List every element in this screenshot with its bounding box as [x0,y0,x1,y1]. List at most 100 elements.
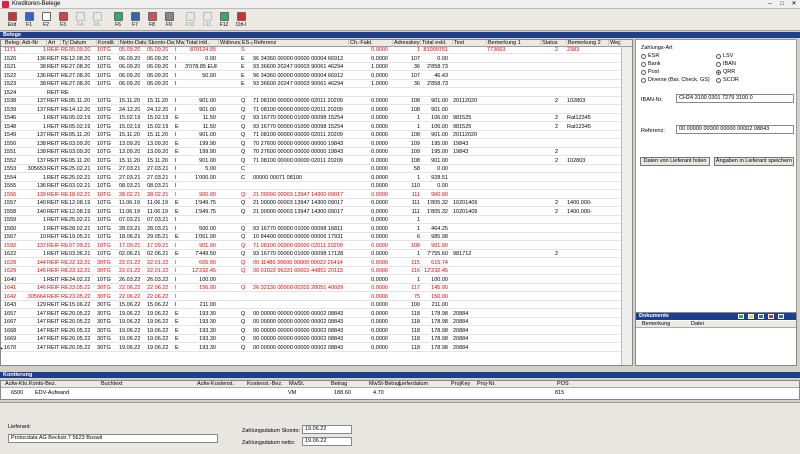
export-icon[interactable] [778,314,784,319]
toolbar-button-f1[interactable]: F1 [21,9,37,31]
table-row[interactable]: 1629 145 REIF RE 23.12.21 30TG 22.01.22 22.01.2… [1,268,621,276]
netto-datum-input[interactable]: 19.06.22 [302,437,352,446]
radio-iban[interactable]: IBAN [716,61,736,67]
open-document-icon[interactable] [738,314,744,319]
table-row[interactable]: 1546 1 REIT RE 05.02.19 10TG 15.02.19 15.02.19 E… [1,115,621,123]
table-row[interactable]: 1552 137 REIT RE 05.11.20 10TG 15.11.20 15.11.2… [1,158,621,165]
skonto-datum-input[interactable]: 19.06.22 [302,425,352,434]
table-row[interactable]: 1551 138 REIT RE 03.09.20 10TG 13.09.20 13.09.2… [1,149,621,157]
table-row[interactable]: 1560 1 REIT RE 28.02.21 10TG 28.03.21 28.03.21 I… [1,226,621,233]
column-header[interactable]: Datum [69,40,97,47]
column-header[interactable]: Adr-Nr [21,40,47,47]
cell-ch: 0.0000 [371,132,388,138]
daten-von-lieferant-button[interactable]: Daten von Lieferant holen [640,157,710,166]
belege-grid[interactable]: Beleg-NrAdr-NrArtTypDatumKondit.Netto-Da… [0,39,633,366]
table-row[interactable]: 1558 140 REIT RE 12.08.19 10TG 11.06.19 11.06.1… [1,209,621,216]
cell-netto: 27.03.21 [119,166,141,172]
table-row[interactable]: 1668 147 REIT RE 20.05.22 30TG 19.06.22 19.06.2… [1,328,621,335]
table-row[interactable]: 1171 1 REIF RE 05.09.20 10TG 05.09.20 05.09.20 I… [1,47,621,55]
table-row[interactable]: 1667 147 REIT RE 20.05.22 30TG 19.06.22 19.06.2… [1,319,621,327]
table-row[interactable]: 1553 305653 REIT RE 25.02.21 10TG 27.03.21 27.0… [1,166,621,174]
toolbar-button-f2[interactable]: F2 [38,9,54,31]
cell-akey: 108 [410,242,420,249]
radio-lsv[interactable]: LSV [716,53,733,59]
column-header[interactable]: Referenz [253,40,349,47]
table-row[interactable]: 1548 1 REIT RE 05.02.19 10TG 15.02.19 15.02.19 E… [1,124,621,131]
cell-art: REIT [47,140,60,147]
toolbar-button-f8[interactable]: F8 [144,9,160,31]
column-header[interactable]: Text [453,40,487,47]
maximize-button[interactable]: □ [776,0,788,9]
radio-esr[interactable]: ESR [641,53,659,59]
column-header[interactable]: Total exkl. [421,40,453,47]
cell-adr: 1 [42,123,46,130]
toolbar-button-f7[interactable]: F7 [127,9,143,31]
radio-scor[interactable]: SCOR [716,77,739,83]
toolbar-button-f9[interactable]: F9 [161,9,177,31]
toolbar-button-f3[interactable]: F3 [55,9,71,31]
cell-typ: RE [61,55,69,62]
close-button[interactable]: ✕ [788,0,800,9]
radio-diverse[interactable]: Diverse (Bar, Check, GS) [641,77,710,83]
table-row[interactable]: 1538 137 REIT RE 05.11.20 10TG 15.11.20 15.11.2… [1,98,621,106]
table-row[interactable]: 1522 136 REIT RE 27.08.20 10TG 06.09.20 06.09.2… [1,73,621,80]
kontierung-grid[interactable]: Aufw-Kto. Konto-Bez. Buchtext Aufw-Kostenst… [0,380,800,400]
table-row[interactable]: 1622 1 REIT RE 03.06.21 10TG 02.06.21 02.06.21 E… [1,251,621,259]
table-row[interactable]: 1539 137 REIT RE 14.12.20 10TG 24.12.20 24.12.2… [1,107,621,114]
referenz-input[interactable]: 00 00000 00000 00000 00002 08843 [676,125,794,134]
column-header[interactable]: Art [47,40,61,47]
table-row[interactable]: 1643 129 REIT RE 15.06.22 30TG 15.06.22 15.06.2… [1,302,621,310]
folder-icon[interactable] [748,314,754,319]
table-row[interactable]: 1520 136 REIT RE 12.08.20 10TG 06.09.20 06.09.2… [1,56,621,63]
table-row[interactable]: 1557 140 REIT RE 12.08.19 10TG 11.06.19 11.06.1… [1,200,621,208]
table-row[interactable]: 1669 147 REIT RE 20.05.22 30TG 19.06.22 19.06.2… [1,336,621,344]
column-header[interactable]: MwSt. [175,40,185,47]
table-row[interactable]: 1567 10 REIT RE 19.05.21 10TG 18.06.21 29.05.21… [1,234,621,242]
table-row[interactable]: 1524 REIT RE [1,90,621,97]
toolbar-button-ctrl-i[interactable]: Ctrl-I [233,9,249,31]
column-header[interactable]: Ch.-Fakt. [349,40,393,47]
table-row[interactable]: 1521 38 REIT RE 27.08.20 10TG 06.09.20 06.09.20… [1,64,621,72]
column-header[interactable]: Total inkl. [185,40,219,47]
table-row[interactable]: 1559 1 REIT RE 25.02.21 10TG 07.03.21 07.03.21 I… [1,217,621,225]
column-header[interactable]: Typ [61,40,69,47]
scan-icon[interactable] [758,314,764,319]
table-row[interactable]: 1657 147 REIT RE 20.05.22 30TG 19.06.22 19.06.2… [1,311,621,318]
column-header[interactable]: ES-Art [241,40,253,47]
table-row[interactable]: 1640 1 REIT RE 24.02.22 10TG 26.03.22 26.03.22 I… [1,277,621,284]
table-row[interactable]: 1556 139 REIF RE 18.02.21 10TG 28.02.21 28.02.2… [1,192,621,199]
column-header[interactable]: Weg [609,40,621,47]
lieferant-speichern-button[interactable]: Angaben in Lieferant speichern [714,157,794,166]
column-header[interactable]: Adresskey [393,40,421,47]
table-row[interactable]: 1550 138 REIT RE 03.09.20 10TG 13.09.20 13.09.2… [1,141,621,148]
column-header[interactable]: Netto-Datum [119,40,147,47]
table-row[interactable]: ▸ 1670 147 REIT RE 20.05.22 30TG 19.06.22 19.06.… [1,345,621,352]
column-header[interactable]: Bemerkung 1 [487,40,541,47]
lieferant-input[interactable]: Protocdata AG Beckstr.7 5623 Boswil [8,434,218,443]
column-header[interactable]: Bemerkung 2 [567,40,609,47]
vertical-scrollbar[interactable] [621,47,632,365]
table-row[interactable]: 1549 137 REIT RE 05.11.20 10TG 15.11.20 15.11.2… [1,132,621,140]
table-row[interactable]: 1555 136 REIT RE 03.02.21 10TG 08.03.21 08.03.2… [1,183,621,191]
column-header[interactable]: Beleg-Nr [4,40,21,47]
radio-bank[interactable]: Bank [641,61,661,67]
column-header[interactable]: Währung [219,40,241,47]
column-header[interactable]: Skonto-Dat. [147,40,175,47]
table-row[interactable]: 1554 1 REIT RE 25.02.21 10TG 27.03.21 27.03.21 I… [1,175,621,182]
toolbar-button-f6[interactable]: F6 [110,9,126,31]
column-header[interactable]: Status [541,40,567,47]
kontierung-row[interactable]: 6500 EDV-Aufwand VM 188.60 4.70 815 [1,390,799,397]
table-row[interactable]: 1523 38 REIT RE 27.08.20 10TG 06.09.20 06.09.20… [1,81,621,89]
toolbar-button-f12[interactable]: F12 [216,9,232,31]
radio-post[interactable]: Post [641,69,659,75]
table-row[interactable]: 1592 137 REIF RE 07.09.21 10TG 17.09.21 17.09.2… [1,243,621,250]
table-row[interactable]: 1641 146 REIF RE 23.05.22 30TG 22.06.22 22.06.2… [1,285,621,293]
column-header[interactable]: Kondit. [97,40,119,47]
iban-input[interactable]: CH24 3100 0301 7279 3100 0 [676,94,794,103]
table-row[interactable]: 1628 144 REIF RE 22.12.21 30TG 22.01.22 22.01.2… [1,260,621,267]
delete-icon[interactable] [768,314,774,319]
toolbar-button-exit[interactable]: Exit [4,9,20,31]
radio-qrr[interactable]: QRR [716,69,735,75]
minimize-button[interactable]: – [764,0,776,9]
table-row[interactable]: 1642 305664 REIF RE 23.05.22 30TG 22.06.22 22.0… [1,294,621,301]
